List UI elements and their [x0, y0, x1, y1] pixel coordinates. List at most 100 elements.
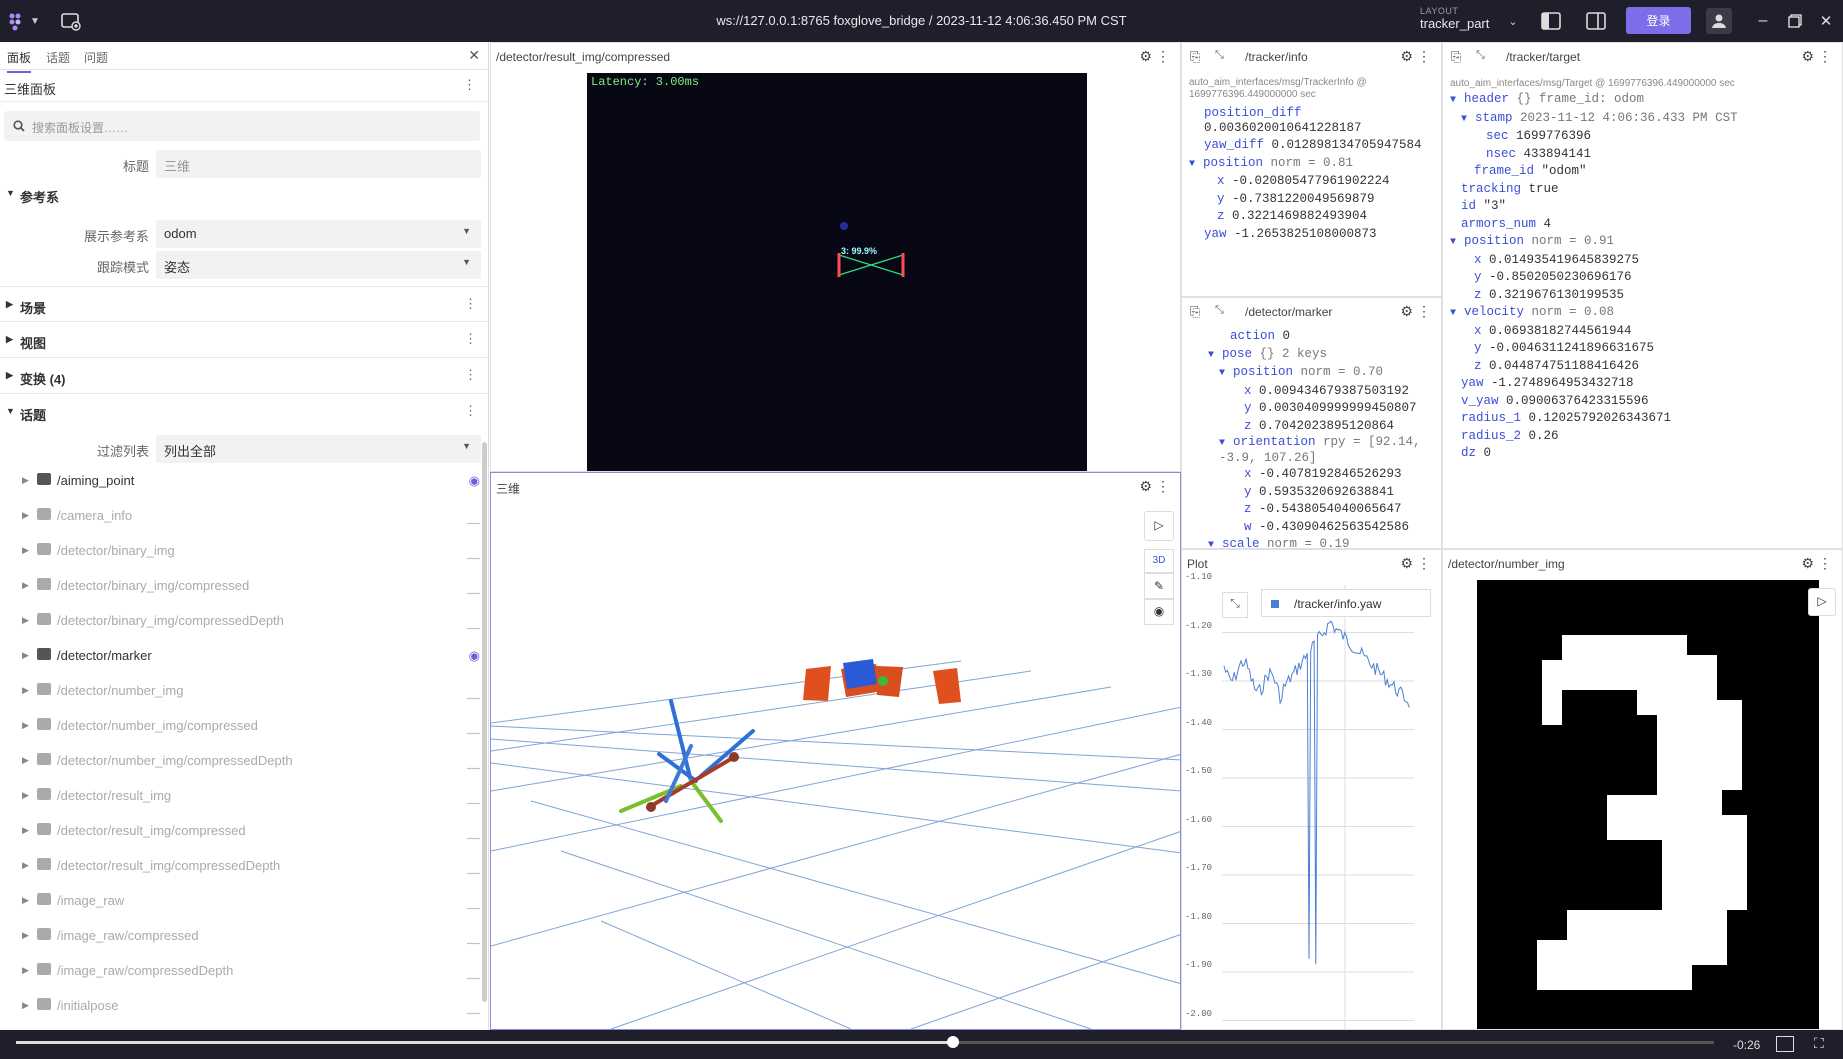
gear-icon[interactable]: ⚙	[1801, 48, 1814, 65]
playback-progress-track[interactable]	[16, 1036, 1714, 1048]
copy-icon[interactable]: ⎘	[1190, 49, 1200, 65]
gear-icon[interactable]: ⚙	[1139, 48, 1152, 65]
plot-title[interactable]: Plot	[1187, 557, 1208, 571]
more-icon[interactable]: ⋮	[1818, 48, 1832, 65]
gear-icon[interactable]: ⚙	[1801, 555, 1814, 572]
eye-closed-icon[interactable]: ﹏	[467, 508, 480, 527]
section-frame[interactable]: ▼ 参考系	[0, 176, 488, 212]
pose-node[interactable]: ▼ pose {} 2 keys	[1189, 346, 1429, 365]
more-icon[interactable]: ⋮	[464, 403, 477, 419]
eye-icon[interactable]: ◉	[469, 648, 480, 664]
more-icon[interactable]: ⋮	[1417, 555, 1431, 572]
more-icon[interactable]: ⋮	[464, 367, 477, 383]
eye-closed-icon[interactable]: ﹏	[467, 963, 480, 982]
eye-closed-icon[interactable]: ﹏	[467, 543, 480, 562]
layout-chevron-icon[interactable]: ⌄	[1500, 8, 1526, 34]
expand-arrow-icon[interactable]: ▶	[22, 510, 29, 521]
section-transforms[interactable]: ▶ 变换 (4) ⋮	[0, 358, 488, 394]
filter-select[interactable]: 列出全部 ▼	[156, 435, 481, 463]
topic-row[interactable]: ▶ /detector/result_img ﹏	[0, 779, 480, 814]
collapse-icon[interactable]: ⤡	[1215, 49, 1224, 62]
expand-arrow-icon[interactable]: ▶	[22, 895, 29, 906]
orientation-node[interactable]: ▼ orientation rpy = [92.14, -3.9, 107.26]	[1189, 435, 1429, 466]
number-image[interactable]	[1477, 580, 1819, 1030]
topic-row[interactable]: ▶ /detector/binary_img ﹏	[0, 534, 480, 569]
expand-arrow-icon[interactable]: ▶	[22, 860, 29, 871]
camera-image[interactable]: Latency: 3.00ms 3: 99.9%	[587, 73, 1087, 471]
plot-area[interactable]	[1222, 585, 1414, 1030]
collapse-icon[interactable]: ⤡	[1476, 49, 1485, 62]
gear-icon[interactable]: ⚙	[1139, 478, 1152, 495]
marker-title[interactable]: /detector/marker	[1245, 305, 1332, 319]
picture-in-picture-icon[interactable]	[1776, 1036, 1794, 1052]
position-node[interactable]: ▼ position norm = 0.81	[1189, 155, 1429, 174]
tracker-info-title[interactable]: /tracker/info	[1245, 50, 1308, 64]
minimize-legend-icon[interactable]: ⤡	[1222, 592, 1248, 618]
topic-row[interactable]: ▶ /image_raw/compressed ﹏	[0, 919, 480, 954]
fullscreen-icon[interactable]: ⛶	[1814, 1035, 1824, 1052]
gear-icon[interactable]: ⚙	[1400, 555, 1413, 572]
publish-point-icon[interactable]: ◉	[1144, 599, 1174, 625]
more-icon[interactable]: ⋮	[1417, 48, 1431, 65]
copy-icon[interactable]: ⎘	[1190, 304, 1200, 320]
eye-closed-icon[interactable]: ﹏	[467, 788, 480, 807]
tab-problems[interactable]: 问题	[84, 49, 108, 66]
expand-arrow-icon[interactable]: ▶	[22, 930, 29, 941]
select-tool-icon[interactable]: ▷	[1144, 511, 1174, 541]
expand-arrow-icon[interactable]: ▶	[22, 475, 29, 486]
stamp-node[interactable]: ▼ stamp 2023-11-12 4:06:36.433 PM CST	[1450, 110, 1830, 129]
topic-row[interactable]: ▶ /image_raw/compressedDepth ﹏	[0, 954, 480, 989]
more-icon[interactable]: ⋮	[464, 331, 477, 347]
expand-arrow-icon[interactable]: ▶	[22, 965, 29, 976]
eye-closed-icon[interactable]: ﹏	[467, 753, 480, 772]
more-icon[interactable]: ⋮	[1156, 48, 1170, 65]
user-icon[interactable]	[1706, 8, 1732, 34]
ruler-icon[interactable]: ✎	[1144, 573, 1174, 599]
position-node[interactable]: ▼ position norm = 0.70	[1189, 364, 1429, 383]
close-window-icon[interactable]: ✕	[1813, 8, 1839, 34]
follow-mode-select[interactable]: 姿态 ▼	[156, 251, 481, 279]
settings-search-input[interactable]: 搜索面板设置……	[4, 111, 480, 141]
eye-closed-icon[interactable]: ﹏	[467, 928, 480, 947]
minimize-icon[interactable]: –	[1750, 8, 1776, 34]
eye-closed-icon[interactable]: ﹏	[467, 578, 480, 597]
topic-row[interactable]: ▶ /image_raw ﹏	[0, 884, 480, 919]
eye-closed-icon[interactable]: ﹏	[467, 893, 480, 912]
topic-row[interactable]: ▶ /detector/number_img/compressedDepth ﹏	[0, 744, 480, 779]
header-node[interactable]: ▼ header {} frame_id: odom	[1450, 91, 1830, 110]
number-img-title[interactable]: /detector/number_img	[1448, 557, 1565, 571]
section-view[interactable]: ▶ 视图 ⋮	[0, 322, 488, 358]
gear-icon[interactable]: ⚙	[1400, 48, 1413, 65]
more-icon[interactable]: ⋮	[1417, 303, 1431, 320]
maximize-icon[interactable]	[1782, 8, 1808, 34]
expand-arrow-icon[interactable]: ▶	[22, 685, 29, 696]
expand-arrow-icon[interactable]: ▶	[22, 720, 29, 731]
right-sidebar-toggle-icon[interactable]	[1583, 8, 1609, 34]
eye-closed-icon[interactable]: ﹏	[467, 683, 480, 702]
topic-row[interactable]: ▶ /detector/result_img/compressed ﹏	[0, 814, 480, 849]
plot-legend[interactable]: /tracker/info.yaw	[1261, 589, 1431, 617]
section-topics[interactable]: ▼ 话题 ⋮	[0, 394, 488, 430]
topic-row[interactable]: ▶ /detector/binary_img/compressed ﹏	[0, 569, 480, 604]
section-scene[interactable]: ▶ 场景 ⋮	[0, 286, 488, 322]
topic-row[interactable]: ▶ /detector/result_img/compressedDepth ﹏	[0, 849, 480, 884]
copy-icon[interactable]: ⎘	[1451, 49, 1461, 65]
collapse-icon[interactable]: ⤡	[1215, 304, 1224, 317]
select-tool-icon[interactable]: ▷	[1808, 588, 1836, 616]
image-panel-title[interactable]: /detector/result_img/compressed	[496, 50, 670, 64]
eye-closed-icon[interactable]: ﹏	[467, 718, 480, 737]
position-node[interactable]: ▼ position norm = 0.91	[1450, 233, 1830, 252]
eye-icon[interactable]: ◉	[469, 473, 480, 489]
expand-arrow-icon[interactable]: ▶	[22, 755, 29, 766]
playback-scrubber[interactable]	[947, 1036, 960, 1048]
eye-closed-icon[interactable]: ﹏	[467, 613, 480, 632]
title-field[interactable]: 三维	[156, 150, 481, 178]
expand-arrow-icon[interactable]: ▶	[22, 790, 29, 801]
expand-arrow-icon[interactable]: ▶	[22, 1000, 29, 1011]
eye-closed-icon[interactable]: ﹏	[467, 858, 480, 877]
topic-row[interactable]: ▶ /detector/number_img ﹏	[0, 674, 480, 709]
eye-closed-icon[interactable]: ﹏	[467, 998, 480, 1017]
expand-arrow-icon[interactable]: ▶	[22, 650, 29, 661]
tab-topics[interactable]: 话题	[46, 49, 70, 66]
gear-icon[interactable]: ⚙	[1400, 303, 1413, 320]
